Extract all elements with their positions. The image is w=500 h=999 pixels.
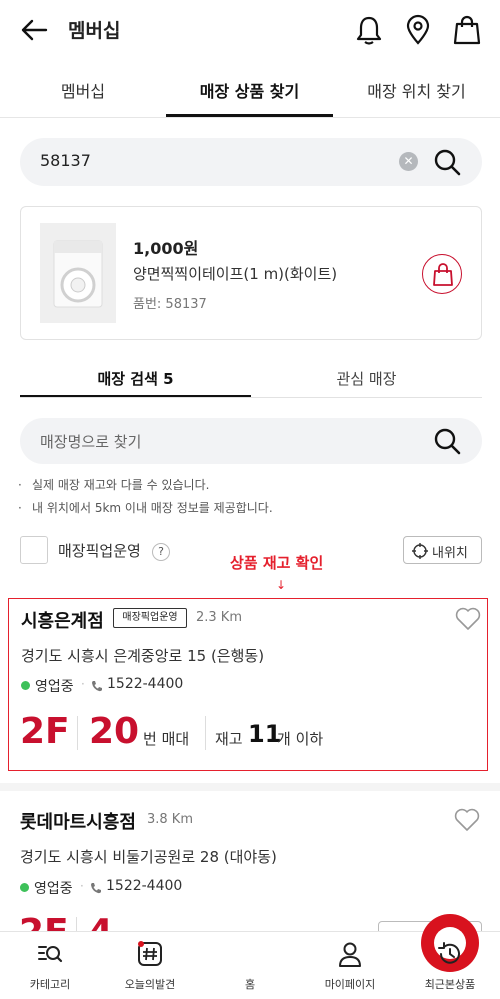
- my-location-button[interactable]: 내위치: [403, 536, 482, 564]
- open-status-dot: [21, 681, 30, 690]
- separator: ·: [80, 879, 84, 893]
- heart-icon[interactable]: [455, 607, 481, 631]
- nav-category[interactable]: 카테고리: [0, 932, 100, 999]
- search-value: 58137: [40, 151, 91, 170]
- location-pin-icon[interactable]: [403, 14, 433, 46]
- store-phone[interactable]: 1522-4400: [107, 676, 183, 692]
- product-search-input[interactable]: 58137 ✕: [20, 138, 482, 186]
- heart-icon[interactable]: [454, 808, 480, 832]
- floor-label: 2F: [20, 711, 70, 752]
- product-name: 양면찍찍이테이프(1 m)(화이트): [133, 265, 338, 283]
- store-name: 시흥은계점: [21, 611, 104, 632]
- active-sub-tab-indicator: [20, 395, 251, 397]
- nav-label: 홈: [244, 978, 256, 991]
- stock-suffix: 개 이하: [277, 730, 324, 748]
- history-icon: [438, 942, 460, 964]
- store-status: 영업중: [34, 881, 73, 897]
- active-tab-indicator: [166, 114, 333, 117]
- shopping-bag-icon[interactable]: [452, 14, 482, 46]
- store-name-search-input[interactable]: 매장명으로 찾기: [20, 418, 482, 464]
- separator: ·: [81, 677, 85, 691]
- help-icon[interactable]: ?: [152, 543, 170, 561]
- nav-today-discovery[interactable]: 오늘의발견: [100, 932, 200, 999]
- nav-label: 최근본상품: [424, 978, 476, 991]
- page-title: 멤버십: [68, 20, 121, 42]
- open-status-dot: [20, 883, 29, 892]
- product-image: [40, 223, 116, 323]
- add-to-bag-button[interactable]: [422, 254, 462, 294]
- phone-icon: [92, 681, 102, 692]
- notice-item: · 내 위치에서 5km 이내 매장 정보를 제공합니다.: [18, 501, 273, 515]
- store-card[interactable]: 롯데마트시흥점 3.8 Km 경기도 시흥시 비둘기공원로 28 (대야동) 영…: [8, 800, 488, 953]
- shelf-label: 번 매대: [143, 730, 190, 748]
- pickup-filter-label: 매장픽업운영: [58, 542, 141, 560]
- tab-membership[interactable]: 멤버십: [0, 78, 166, 102]
- search-icon[interactable]: [432, 147, 462, 177]
- hashtag-icon: [138, 941, 162, 966]
- tab-favorite-stores[interactable]: 관심 매장: [251, 368, 482, 389]
- nav-label: 마이페이지: [324, 978, 376, 991]
- tab-store-search[interactable]: 매장 검색 5: [20, 368, 251, 389]
- pickup-badge: 매장픽업운영: [113, 608, 187, 628]
- search-icon[interactable]: [432, 426, 462, 456]
- bottom-navigation: 카테고리 오늘의발견 홈 마이페이지 최근본상품: [0, 914, 500, 999]
- nav-recent-products[interactable]: 최근본상품: [400, 932, 500, 999]
- user-icon: [339, 942, 361, 967]
- stock-check-annotation: 상품 재고 확인: [230, 554, 324, 572]
- nav-label: 카테고리: [29, 978, 71, 991]
- nav-label: 오늘의발견: [124, 978, 176, 991]
- store-search-placeholder: 매장명으로 찾기: [40, 433, 142, 451]
- section-divider: [0, 783, 500, 791]
- crosshair-icon: [412, 543, 428, 559]
- notice-item: · 실제 매장 재고와 다를 수 있습니다.: [18, 478, 210, 492]
- app-header: 멤버십: [0, 0, 500, 60]
- nav-mypage[interactable]: 마이페이지: [300, 932, 400, 999]
- clear-icon[interactable]: ✕: [399, 152, 418, 171]
- membership-tabs: 멤버십 매장 상품 찾기 매장 위치 찾기: [0, 60, 500, 118]
- annotation-arrow: ↓: [276, 578, 287, 592]
- product-price: 1,000원: [133, 239, 199, 258]
- shelf-number: 20: [89, 711, 140, 752]
- store-card[interactable]: 시흥은계점 매장픽업운영 2.3 Km 경기도 시흥시 은계중앙로 15 (은행…: [8, 598, 488, 771]
- store-phone[interactable]: 1522-4400: [106, 878, 182, 894]
- store-distance: 2.3 Km: [196, 610, 242, 625]
- pickup-filter-checkbox[interactable]: [20, 536, 48, 564]
- notice-text: 실제 매장 재고와 다를 수 있습니다.: [32, 478, 210, 492]
- store-status: 영업중: [35, 679, 74, 695]
- product-code: 품번: 58137: [133, 297, 207, 312]
- bag-icon: [433, 263, 453, 286]
- store-sub-tabs: 매장 검색 5 관심 매장: [20, 356, 482, 398]
- nav-home[interactable]: 홈: [200, 914, 479, 999]
- back-arrow-icon[interactable]: [20, 18, 48, 42]
- bell-icon[interactable]: [354, 14, 384, 46]
- tab-store-product-search[interactable]: 매장 상품 찾기: [166, 78, 333, 102]
- stock-label: 재고: [215, 730, 243, 748]
- phone-icon: [91, 883, 101, 894]
- my-location-label: 내위치: [432, 546, 468, 561]
- divider: [205, 716, 206, 750]
- tab-store-location-search[interactable]: 매장 위치 찾기: [333, 78, 500, 102]
- category-search-icon: [38, 946, 63, 963]
- store-distance: 3.8 Km: [147, 812, 193, 827]
- product-card[interactable]: 1,000원 양면찍찍이테이프(1 m)(화이트) 품번: 58137: [20, 206, 482, 340]
- store-name: 롯데마트시흥점: [20, 812, 136, 833]
- divider: [77, 716, 78, 750]
- store-address: 경기도 시흥시 비둘기공원로 28 (대야동): [20, 848, 277, 866]
- notice-text: 내 위치에서 5km 이내 매장 정보를 제공합니다.: [32, 501, 273, 515]
- store-address: 경기도 시흥시 은계중앙로 15 (은행동): [21, 647, 265, 665]
